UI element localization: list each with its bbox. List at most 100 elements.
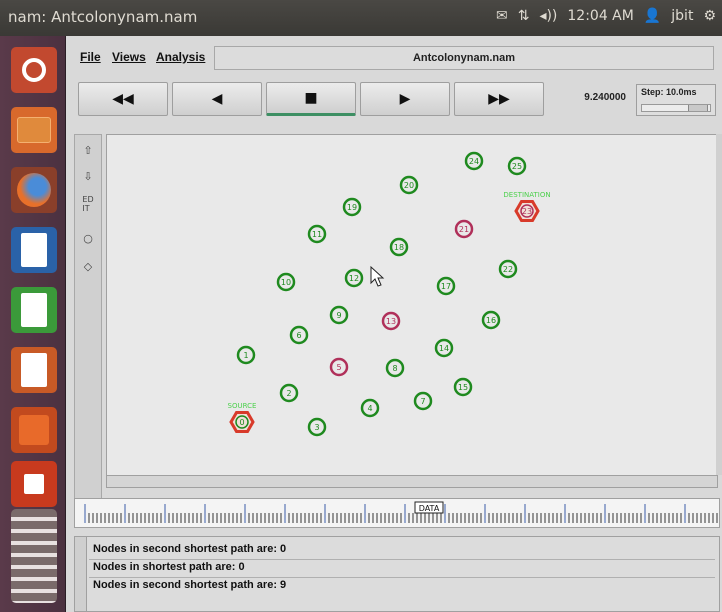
node-label-1: 1 [243,351,248,360]
calc-icon[interactable] [8,284,60,336]
annotation-panel: Nodes in second shortest path are: 0 Nod… [74,536,720,612]
edit-tool-icon[interactable]: ED IT [78,193,98,215]
node-label-12: 12 [349,274,359,283]
top-panel: nam: Antcolonynam.nam ✉ ⇅ ◂)) 12:04 AM 👤… [0,0,722,36]
node-label-16: 16 [486,316,496,325]
mail-icon[interactable]: ✉ [496,8,508,24]
source-label: SOURCE [228,402,257,410]
node-4[interactable]: 4 [360,398,380,418]
step-control: Step: 10.0ms [636,84,716,116]
firefox-icon[interactable] [8,164,60,216]
tool-palette: ⇧ ⇩ ED IT ○ ◇ [74,134,102,504]
canvas-horizontal-scrollbar[interactable] [106,475,718,488]
canvas-vertical-scrollbar[interactable] [716,134,722,475]
node-label-20: 20 [404,181,414,190]
zoom-in-icon[interactable]: ⇧ [78,139,98,161]
annotation-line: Nodes in shortest path are: 0 [93,561,245,573]
menu-views[interactable]: Views [112,50,146,64]
impress-icon[interactable] [8,344,60,396]
time-display: 9.240000 [584,92,626,103]
zoom-out-icon[interactable]: ⇩ [78,165,98,187]
network-icon[interactable]: ⇅ [518,8,530,24]
node-11[interactable]: 11 [307,224,327,244]
node-7[interactable]: 7 [413,391,433,411]
network-canvas[interactable]: SOURCE 0 1 2 3 4 5 6 7 8 9 10 11 12 13 14 15 16 17 18 19 20 21… [106,134,718,488]
timeline-marker-label: DATA [419,504,440,513]
menu-file[interactable]: File [80,50,101,64]
nam-window: File Views Analysis Antcolonynam.nam ◀◀ … [66,36,722,612]
node-label-6: 6 [296,331,301,340]
node-6[interactable]: 6 [289,325,309,345]
playback-controls: ◀◀ ◀ ■ ▶ ▶▶ 9.240000 Step: 10.0ms [74,82,722,122]
node-9[interactable]: 9 [329,305,349,325]
files-icon[interactable] [8,104,60,156]
node-10[interactable]: 10 [276,272,296,292]
node-17[interactable]: 17 [436,276,456,296]
step-label: Step: 10.0ms [641,87,697,97]
stop-button[interactable]: ■ [266,82,356,116]
node-label-22: 22 [503,265,513,274]
node-22[interactable]: 22 [498,259,518,279]
annotation-divider [89,577,715,578]
node-label-9: 9 [336,311,341,320]
menu-analysis[interactable]: Analysis [156,50,205,64]
node-label-21: 21 [459,225,469,234]
node-label-11: 11 [312,230,322,239]
node-label-0: 0 [239,418,244,427]
writer-icon[interactable] [8,224,60,276]
node-12[interactable]: 12 [344,268,364,288]
clock[interactable]: 12:04 AM [567,8,633,24]
step-slider-thumb[interactable] [688,105,708,111]
menu-bar: File Views Analysis Antcolonynam.nam [66,46,722,70]
play-button[interactable]: ▶ [360,82,450,116]
launcher [0,36,66,612]
node-label-8: 8 [392,364,397,373]
workspace-stack-icon[interactable] [8,506,60,606]
ubuntu-one-icon[interactable] [8,458,60,510]
node-13[interactable]: 13 [381,311,401,331]
node-24[interactable]: 24 [464,151,484,171]
node-0[interactable]: 0 [229,411,255,433]
node-20[interactable]: 20 [399,175,419,195]
node-label-7: 7 [420,397,425,406]
node-label-25: 25 [512,162,522,171]
user-icon[interactable]: 👤 [644,8,661,24]
node-23[interactable]: 23 [514,200,540,222]
node-14[interactable]: 14 [434,338,454,358]
node-label-10: 10 [281,278,291,287]
node-2[interactable]: 2 [279,383,299,403]
annotation-scrollbar[interactable] [75,537,87,611]
gear-icon[interactable]: ⚙ [703,8,716,24]
node-8[interactable]: 8 [385,358,405,378]
node-21[interactable]: 21 [454,219,474,239]
fast-forward-button[interactable]: ▶▶ [454,82,544,116]
node-19[interactable]: 19 [342,197,362,217]
node-25[interactable]: 25 [507,156,527,176]
volume-icon[interactable]: ◂)) [539,8,557,24]
node-label-3: 3 [314,423,319,432]
software-center-icon[interactable] [8,404,60,456]
node-label-2: 2 [286,389,291,398]
network-graph[interactable]: SOURCE0123456789101112131415161718192021… [107,135,719,489]
node-5[interactable]: 5 [329,357,349,377]
node-label-24: 24 [469,157,479,166]
window-title: nam: Antcolonynam.nam [8,8,198,26]
step-slider[interactable] [641,104,711,112]
document-title: Antcolonynam.nam [214,46,714,70]
node-3[interactable]: 3 [307,417,327,437]
timeline-bar[interactable]: DATA [74,498,720,528]
node-15[interactable]: 15 [453,377,473,397]
ubuntu-dash-icon[interactable] [8,44,60,96]
mouse-cursor-icon [370,265,385,287]
diamond-tool-icon[interactable]: ◇ [78,255,98,277]
annotation-divider [89,559,715,560]
back-button[interactable]: ◀ [172,82,262,116]
node-18[interactable]: 18 [389,237,409,257]
node-16[interactable]: 16 [481,310,501,330]
timeline-ticks: DATA [84,501,718,523]
user-name[interactable]: jbit [671,8,693,24]
rewind-button[interactable]: ◀◀ [78,82,168,116]
node-label-15: 15 [458,383,468,392]
node-1[interactable]: 1 [236,345,256,365]
circle-tool-icon[interactable]: ○ [78,227,98,249]
